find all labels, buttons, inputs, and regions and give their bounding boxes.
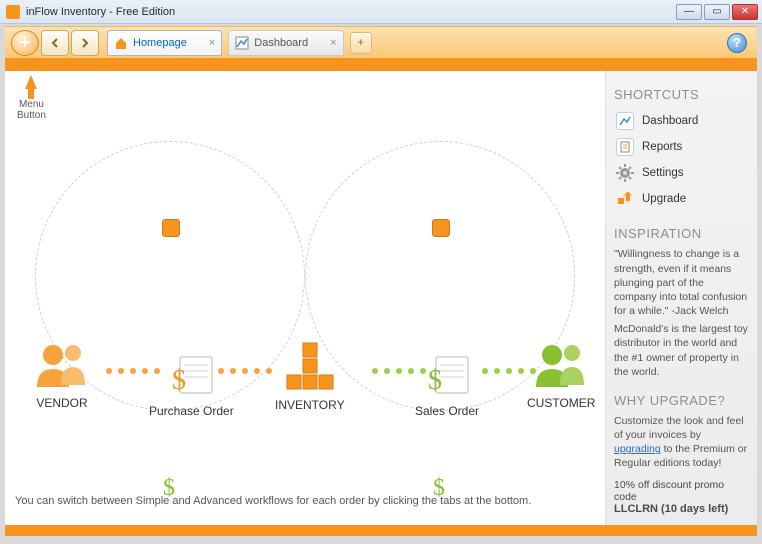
main-area: Menu Button $ $	[5, 71, 605, 524]
hint-label: Button	[17, 110, 46, 121]
chart-line-icon	[616, 112, 634, 130]
upgrade-link[interactable]: upgrading	[614, 443, 661, 455]
why-upgrade-heading: WHY UPGRADE?	[614, 393, 749, 408]
shortcut-settings[interactable]: Settings	[614, 160, 749, 186]
tab-dashboard[interactable]: Dashboard ×	[228, 30, 343, 56]
home-icon	[114, 36, 128, 50]
app-icon	[6, 5, 20, 19]
bar-chart-icon	[279, 341, 341, 391]
tab-label: Homepage	[133, 37, 187, 49]
menu-button-hint: Menu Button	[17, 75, 46, 121]
product-marker-icon	[432, 219, 450, 237]
promo-block: 10% off discount promo code LLCLRN (10 d…	[614, 479, 749, 515]
document-dollar-icon: $	[166, 355, 216, 397]
node-sales-order[interactable]: $ Sales Order	[415, 355, 479, 418]
close-button[interactable]: ✕	[732, 4, 758, 20]
inspiration-quote: "Willingness to change is a strength, ev…	[614, 247, 749, 318]
help-button[interactable]: ?	[727, 33, 747, 53]
footer-accent-bar	[5, 525, 757, 536]
shortcut-dashboard[interactable]: Dashboard	[614, 108, 749, 134]
why-text-pre: Customize the look and feel of your invo…	[614, 415, 744, 441]
chevron-right-icon	[80, 38, 90, 48]
hint-label: Menu	[17, 99, 46, 110]
inspiration-fact: McDonald's is the largest toy distributo…	[614, 322, 749, 379]
document-dollar-icon: $	[422, 355, 472, 397]
toolbar: + Homepage × Dashboard × + ?	[5, 26, 757, 58]
svg-text:$: $	[428, 365, 442, 396]
node-label: CUSTOMER	[527, 396, 595, 410]
shortcuts-heading: SHORTCUTS	[614, 87, 749, 102]
promo-line: 10% off discount promo code	[614, 479, 749, 503]
sidebar: SHORTCUTS Dashboard Reports S	[605, 71, 757, 524]
shortcut-reports[interactable]: Reports	[614, 134, 749, 160]
node-inventory[interactable]: INVENTORY	[275, 341, 345, 412]
upgrade-icon	[616, 190, 634, 208]
minimize-button[interactable]: —	[676, 4, 702, 20]
shortcut-label: Reports	[642, 141, 682, 153]
chevron-left-icon	[50, 38, 60, 48]
gear-icon	[616, 164, 634, 182]
node-vendor[interactable]: VENDOR	[31, 341, 93, 410]
menu-button[interactable]: +	[11, 30, 39, 56]
workflow-diagram: $ $ VENDOR	[15, 141, 595, 472]
tab-label: Dashboard	[254, 37, 308, 49]
node-label: INVENTORY	[275, 398, 345, 412]
people-icon	[530, 341, 592, 389]
svg-text:$: $	[172, 365, 186, 396]
node-customer[interactable]: CUSTOMER	[527, 341, 595, 410]
shortcut-label: Settings	[642, 167, 684, 179]
window-title: inFlow Inventory - Free Edition	[26, 6, 674, 18]
tab-close-button[interactable]: ×	[209, 37, 215, 49]
promo-code: LLCLRN (10 days left)	[614, 503, 728, 515]
why-upgrade-text: Customize the look and feel of your invo…	[614, 414, 749, 471]
node-label: VENDOR	[31, 396, 93, 410]
shortcut-upgrade[interactable]: Upgrade	[614, 186, 749, 212]
node-label: Purchase Order	[149, 404, 234, 418]
accent-bar	[5, 58, 757, 71]
inspiration-heading: INSPIRATION	[614, 226, 749, 241]
footer-hint: You can switch between Simple and Advanc…	[15, 495, 595, 507]
new-tab-button[interactable]: +	[350, 32, 372, 54]
tab-homepage[interactable]: Homepage ×	[107, 30, 222, 56]
shortcut-label: Dashboard	[642, 115, 698, 127]
dashboard-icon	[235, 36, 249, 50]
maximize-button[interactable]: ▭	[704, 4, 730, 20]
window-titlebar: inFlow Inventory - Free Edition — ▭ ✕	[0, 0, 762, 24]
product-marker-icon	[162, 219, 180, 237]
node-purchase-order[interactable]: $ Purchase Order	[149, 355, 234, 418]
people-icon	[31, 341, 93, 389]
nav-back-button[interactable]	[41, 30, 69, 56]
tab-close-button[interactable]: ×	[330, 37, 336, 49]
nav-forward-button[interactable]	[71, 30, 99, 56]
document-icon	[616, 138, 634, 156]
shortcut-label: Upgrade	[642, 193, 686, 205]
node-label: Sales Order	[415, 404, 479, 418]
